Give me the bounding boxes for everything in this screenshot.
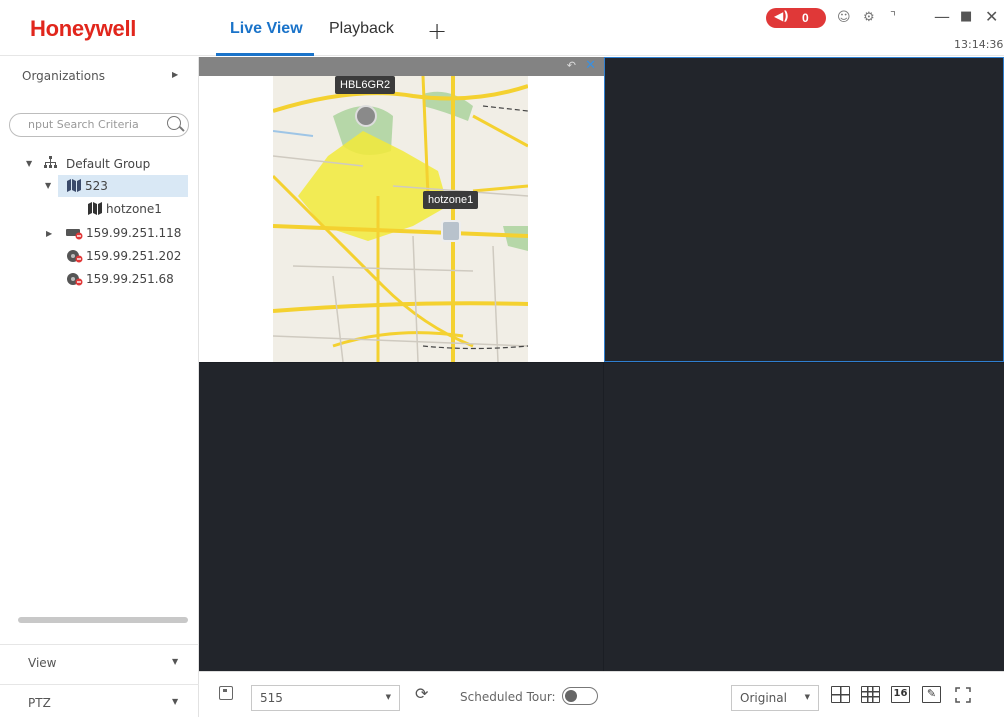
scheduled-tour-toggle[interactable] <box>562 687 598 705</box>
video-pane-2[interactable] <box>604 57 1004 362</box>
tree-item-label: 159.99.251.202 <box>86 249 182 263</box>
top-bar: Honeywell Live View Playback + ◀) 0 ☺ ⚙ … <box>0 0 1004 56</box>
restore-icon[interactable]: ↶ <box>567 59 576 72</box>
hotzone-marker-label[interactable]: hotzone1 <box>423 191 479 209</box>
chevron-right-icon[interactable]: ▶ <box>46 229 52 238</box>
tree-item-label: 523 <box>85 179 108 193</box>
search-input[interactable]: nput Search Criteria <box>9 113 189 137</box>
chevron-down-icon[interactable]: ▼ <box>45 181 51 190</box>
scheduled-tour-label: Scheduled Tour: <box>460 690 556 704</box>
tree-item-label: 159.99.251.68 <box>86 272 174 286</box>
org-tree-icon <box>44 156 57 172</box>
alarm-button[interactable]: ◀) 0 <box>766 8 826 28</box>
sidebar: Organizations ▶ nput Search Criteria ▼ D… <box>0 57 199 717</box>
view-select[interactable]: 515 ▼ <box>251 685 400 711</box>
emap[interactable]: HBL6GR2 hotzone1 <box>273 76 528 362</box>
sidebar-scrollbar[interactable] <box>18 617 188 623</box>
video-pane-4[interactable] <box>604 363 1004 671</box>
tree-item-label: 159.99.251.118 <box>86 226 182 240</box>
camera-marker-icon[interactable] <box>355 105 377 127</box>
ptz-panel-header[interactable]: PTZ ▼ <box>0 684 199 717</box>
minimize-icon[interactable]: — <box>934 7 950 26</box>
hotzone-marker-icon[interactable] <box>441 220 461 242</box>
chevron-down-icon[interactable]: ▼ <box>172 657 178 666</box>
bottom-toolbar: 515 ▼ ⟳ Scheduled Tour: Original ▼ 16 ✎ <box>199 671 1004 717</box>
chevron-down-icon: ▼ <box>804 693 810 701</box>
stream-select[interactable]: Original ▼ <box>731 685 819 711</box>
clock: 13:14:36 <box>954 38 1004 51</box>
camera-offline-icon <box>66 272 83 289</box>
edit-layout-icon[interactable]: ✎ <box>922 686 941 703</box>
chevron-right-icon[interactable]: ▶ <box>172 70 178 79</box>
active-tab-indicator <box>216 53 314 56</box>
view-panel-header[interactable]: View ▼ <box>0 644 199 679</box>
view-select-value: 515 <box>260 691 283 705</box>
layout-9-button[interactable] <box>861 686 880 703</box>
view-label: View <box>28 656 57 670</box>
tab-playback[interactable]: Playback <box>329 20 394 38</box>
tree-item-hotzone1[interactable]: hotzone1 <box>86 198 186 220</box>
tab-live-view[interactable]: Live View <box>230 20 303 38</box>
tree-item-camera[interactable]: 159.99.251.68 <box>66 269 196 291</box>
chevron-down-icon[interactable]: ▼ <box>172 697 178 706</box>
tree-item-label: Default Group <box>66 157 151 171</box>
layout-4-button[interactable] <box>831 686 850 703</box>
camera-marker-label[interactable]: HBL6GR2 <box>335 76 396 94</box>
camera-offline-icon <box>66 249 83 266</box>
user-icon[interactable]: ☺ <box>837 10 851 25</box>
tree-item-523[interactable]: ▼ 523 <box>45 175 188 197</box>
video-pane-1[interactable]: HBL6GR2 hotzone1 ↶ ✕ <box>199 57 604 362</box>
video-pane-3[interactable] <box>199 363 603 671</box>
chevron-down-icon: ▼ <box>385 693 391 701</box>
tree-item-default-group[interactable]: ▼ Default Group <box>24 153 194 175</box>
fullscreen-icon[interactable] <box>955 687 971 703</box>
close-pane-icon[interactable]: ✕ <box>585 58 596 73</box>
layout-16-button[interactable]: 16 <box>891 686 910 703</box>
ptz-label: PTZ <box>28 696 51 710</box>
organizations-label[interactable]: Organizations <box>22 69 105 83</box>
save-view-icon[interactable] <box>219 686 233 700</box>
maximize-icon[interactable]: ■ <box>960 9 972 24</box>
tree-item-camera[interactable]: 159.99.251.202 <box>66 246 196 268</box>
gauge-icon[interactable]: ⌝ <box>890 10 896 25</box>
gear-icon[interactable]: ⚙ <box>863 10 875 25</box>
speaker-icon: ◀) <box>774 9 789 23</box>
map-icon <box>67 179 81 195</box>
nvr-offline-icon <box>66 226 83 243</box>
add-tab-button[interactable]: + <box>427 17 447 45</box>
tree-item-device[interactable]: ▶ 159.99.251.118 <box>44 223 194 245</box>
pane-toolbar: ↶ ✕ <box>199 57 604 76</box>
chevron-down-icon[interactable]: ▼ <box>26 159 32 168</box>
video-grid: HBL6GR2 hotzone1 ↶ ✕ <box>199 57 1004 671</box>
close-icon[interactable]: ✕ <box>985 7 998 26</box>
search-placeholder: nput Search Criteria <box>28 118 139 131</box>
map-icon <box>88 202 102 218</box>
tour-icon[interactable]: ⟳ <box>415 684 428 703</box>
stream-select-value: Original <box>740 691 787 705</box>
brand-logo: Honeywell <box>30 16 137 41</box>
map-image <box>273 76 528 362</box>
tree-item-label: hotzone1 <box>106 202 162 216</box>
search-icon[interactable] <box>167 116 181 130</box>
alarm-count: 0 <box>802 11 809 25</box>
